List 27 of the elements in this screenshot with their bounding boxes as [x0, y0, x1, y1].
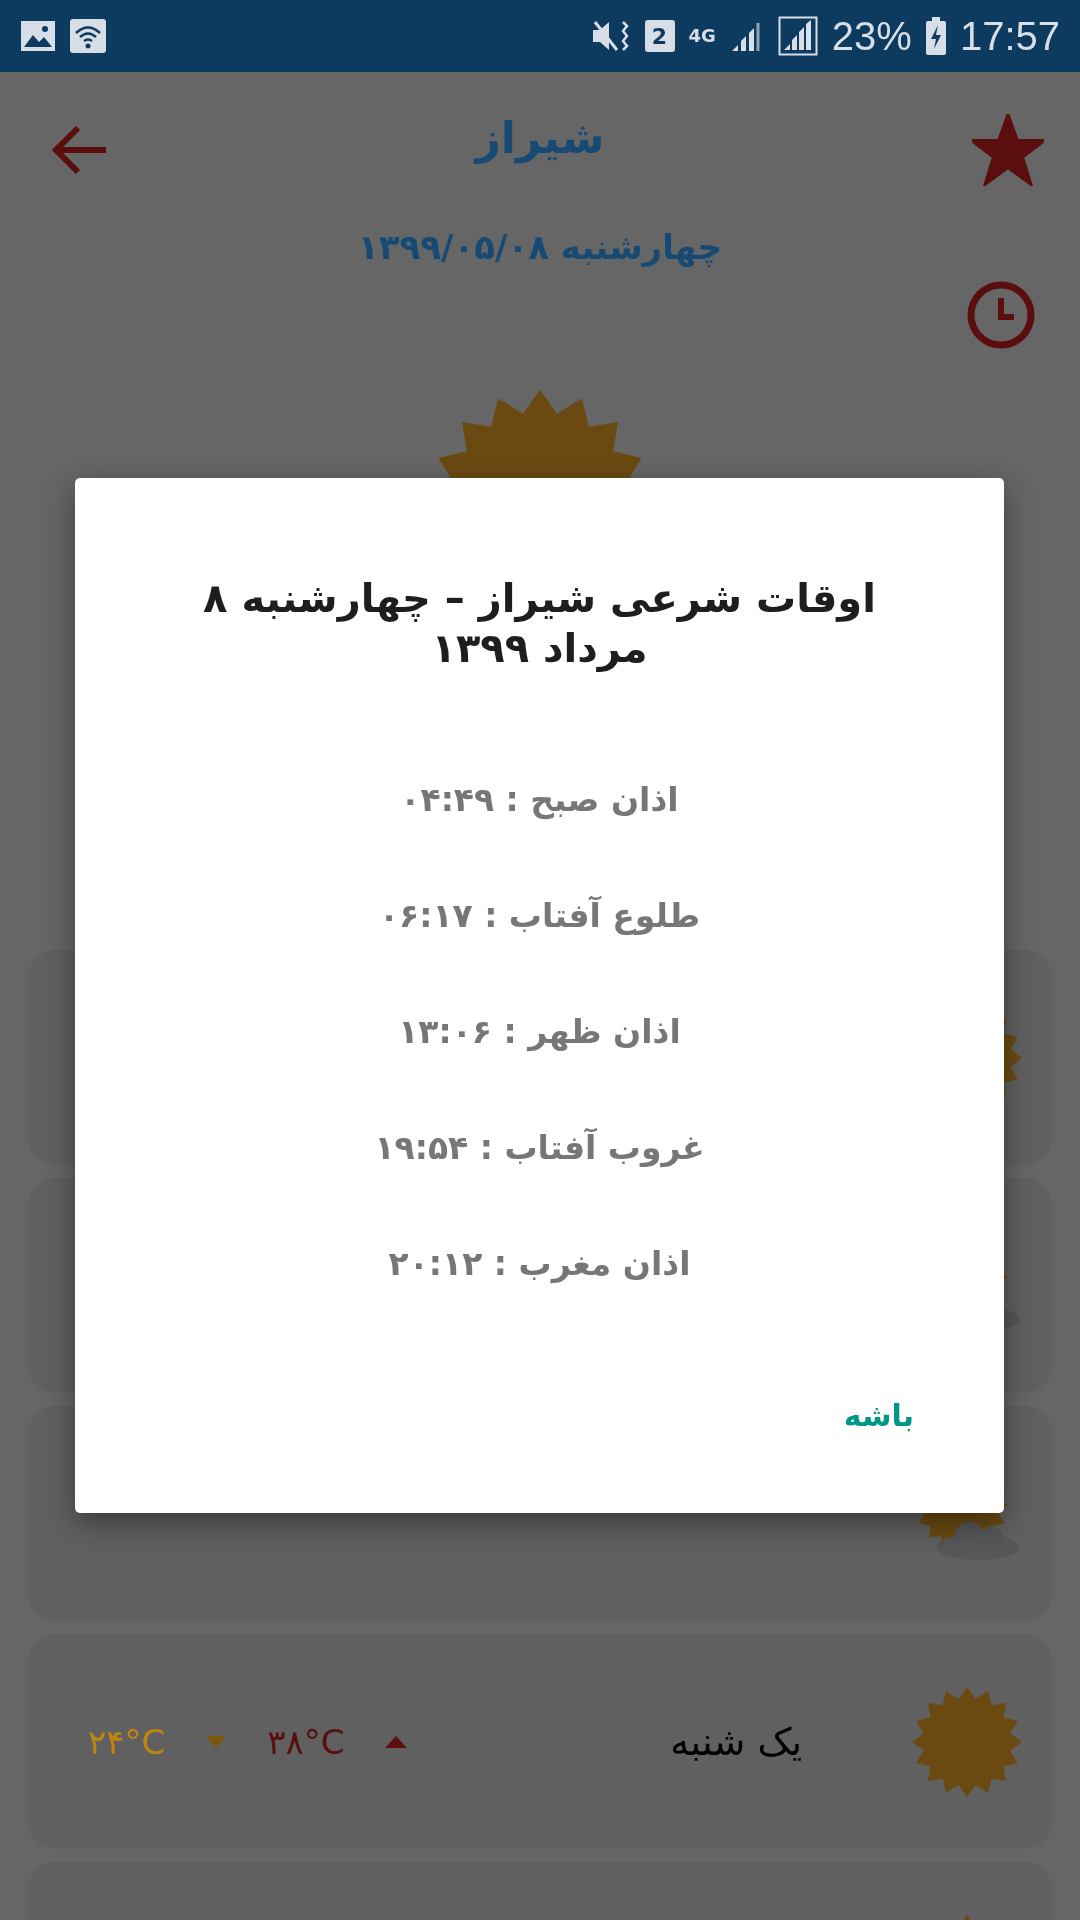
mute-vibrate-icon — [590, 18, 631, 54]
ok-button[interactable]: باشه — [833, 1390, 924, 1441]
day-name: یک شنبه — [670, 1719, 802, 1764]
prayer-time: اذان ظهر : ۱۳:۰۶ — [398, 1012, 681, 1051]
down-triangle-icon — [205, 1735, 228, 1748]
dialog-title: اوقات شرعی شیراز – چهارشنبه ۸ مرداد ۱۳۹۹ — [202, 574, 877, 673]
prayer-time: غروب آفتاب : ۱۹:۵۴ — [374, 1128, 705, 1167]
clock-time: 17:57 — [959, 13, 1060, 59]
wifi-icon — [70, 19, 106, 53]
battery-percent: 23% — [831, 13, 912, 59]
date-text: چهارشنبه ۱۳۹۹/۰۵/۰۸ — [358, 227, 722, 267]
clock-button[interactable] — [966, 280, 1036, 350]
battery-charging-icon — [925, 17, 946, 55]
image-icon — [20, 20, 56, 52]
city-title: شیراز — [475, 112, 605, 163]
prayer-time: طلوع آفتاب : ۰۶:۱۷ — [378, 896, 701, 935]
sim-badge: 2 — [644, 20, 675, 52]
forecast-card[interactable]: یک شنبه ۲۴°C ۳۸°C — [28, 1634, 1052, 1849]
signal-icon — [777, 16, 818, 56]
max-temperature: ۳۸°C — [267, 1721, 345, 1762]
prayer-time: اذان مغرب : ۲۰:۱۲ — [388, 1244, 691, 1283]
favorite-star-button[interactable] — [972, 114, 1044, 186]
sun-icon — [912, 1686, 1022, 1797]
network-type: 4G — [688, 27, 716, 45]
min-temperature: ۲۴°C — [88, 1721, 166, 1762]
prayer-time: اذان صبح : ۰۴:۴۹ — [400, 780, 679, 819]
up-triangle-icon — [384, 1735, 407, 1748]
